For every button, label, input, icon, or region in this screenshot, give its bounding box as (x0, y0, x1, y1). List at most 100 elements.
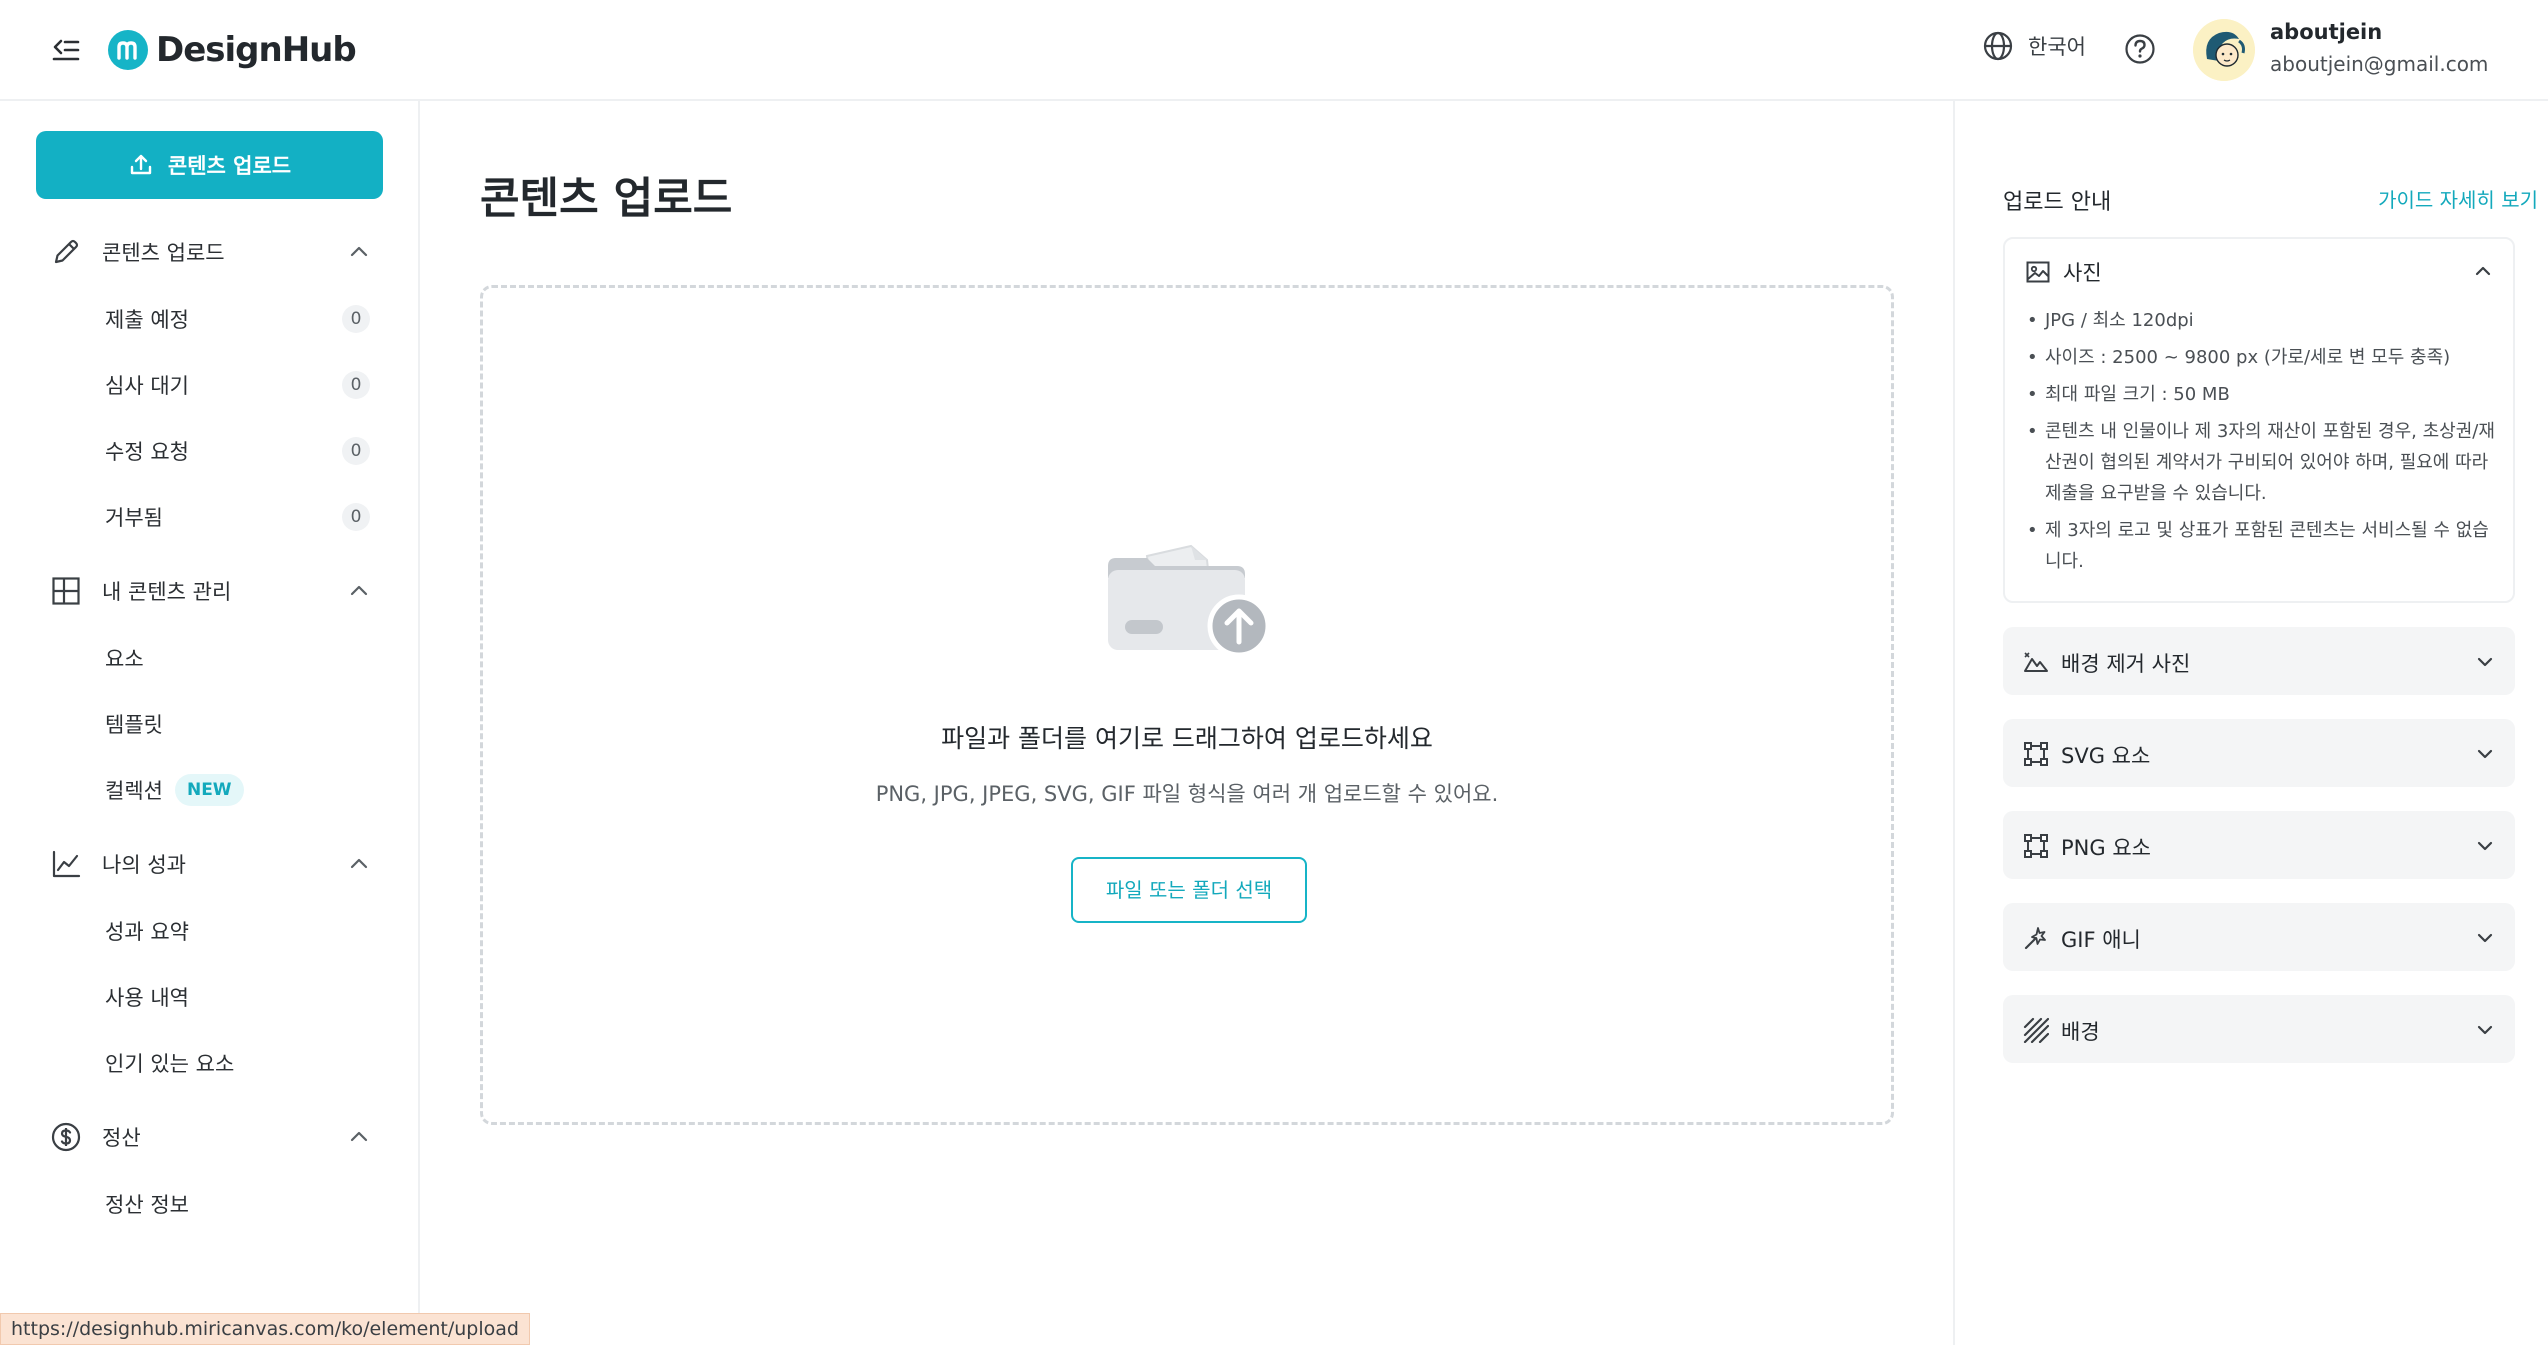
upload-content-button[interactable]: 콘텐츠 업로드 (36, 131, 383, 199)
nav-section-content-upload[interactable]: 콘텐츠 업로드 (50, 232, 370, 272)
nav-section-label: 정산 (102, 1126, 141, 1150)
upload-button-label: 콘텐츠 업로드 (167, 154, 292, 178)
sidebar-item-rejected[interactable]: 거부됨 0 (105, 499, 370, 535)
chevron-up-icon (350, 585, 368, 596)
guide-section-label: PNG 요소 (2061, 836, 2151, 860)
chevron-up-icon (350, 1131, 368, 1142)
guide-section-label: 배경 제거 사진 (2061, 652, 2191, 676)
logo[interactable]: DesignHub (108, 28, 357, 72)
guide-section-png-element[interactable]: PNG 요소 (2003, 811, 2515, 879)
collapse-menu-icon[interactable] (48, 33, 82, 67)
sidebar-item-collections[interactable]: 컬렉션 NEW (105, 772, 370, 808)
count-badge: 0 (342, 371, 370, 399)
sidebar-item-label: 인기 있는 요소 (105, 1052, 235, 1076)
chevron-down-icon (2477, 749, 2493, 759)
sidebar-item-label: 성과 요약 (105, 920, 189, 944)
count-badge: 0 (342, 503, 370, 531)
guide-section-photo: 사진 JPG / 최소 120dpi 사이즈 : 2500 ~ 9800 px … (2003, 237, 2515, 603)
sidebar-item-under-review[interactable]: 심사 대기 0 (105, 367, 370, 403)
sidebar-item-label: 심사 대기 (105, 374, 189, 398)
sidebar-item-label: 사용 내역 (105, 986, 189, 1010)
sidebar-item-label: 제출 예정 (105, 308, 189, 332)
chevron-up-icon (350, 858, 368, 869)
nav-section-performance[interactable]: 나의 성과 (50, 844, 370, 884)
guideline-item: 최대 파일 크기 : 50 MB (2027, 379, 2503, 410)
sidebar-item-performance-summary[interactable]: 성과 요약 (105, 913, 370, 949)
guide-section-svg-element[interactable]: SVG 요소 (2003, 719, 2515, 787)
guide-section-bg-removed-photo[interactable]: 배경 제거 사진 (2003, 627, 2515, 695)
page-title: 콘텐츠 업로드 (480, 174, 733, 224)
nav-section-label: 콘텐츠 업로드 (102, 241, 225, 265)
sidebar-item-settlement-info[interactable]: 정산 정보 (105, 1186, 370, 1222)
sidebar-item-label: 요소 (105, 647, 144, 671)
guideline-item: 사이즈 : 2500 ~ 9800 px (가로/세로 변 모두 충족) (2027, 342, 2503, 373)
guide-details-link[interactable]: 가이드 자세히 보기 (2378, 184, 2538, 213)
mountain-icon (2024, 652, 2048, 672)
magic-wand-icon (2024, 927, 2046, 950)
user-email: aboutjein@gmail.com (2270, 52, 2489, 76)
sidebar-item-usage-history[interactable]: 사용 내역 (105, 979, 370, 1015)
nav-section-settlement[interactable]: 정산 (50, 1117, 370, 1157)
coin-icon (51, 1122, 81, 1152)
chevron-down-icon (2477, 841, 2493, 851)
vector-square-icon (2024, 834, 2048, 858)
chevron-up-icon (2475, 266, 2491, 276)
sidebar-item-label: 정산 정보 (105, 1193, 189, 1217)
guide-section-background[interactable]: 배경 (2003, 995, 2515, 1063)
dropzone-title: 파일과 폴더를 여기로 드래그하여 업로드하세요 (941, 724, 1433, 753)
sidebar-item-label: 수정 요청 (105, 440, 189, 464)
nav-section-label: 나의 성과 (102, 853, 186, 877)
count-badge: 0 (342, 437, 370, 465)
upload-guide-panel: 업로드 안내 가이드 자세히 보기 사진 JPG / 최소 120dpi 사이즈… (1953, 101, 2548, 1345)
sidebar-item-templates[interactable]: 템플릿 (105, 706, 370, 742)
guide-section-label: 배경 (2061, 1020, 2100, 1044)
guide-section-label: 사진 (2063, 261, 2102, 285)
sidebar-item-elements[interactable]: 요소 (105, 640, 370, 676)
count-badge: 0 (342, 305, 370, 333)
vector-square-icon (2024, 742, 2048, 766)
nav-section-my-content[interactable]: 내 콘텐츠 관리 (50, 571, 370, 611)
language-label: 한국어 (2028, 35, 2086, 59)
link-status-bar: https://designhub.miricanvas.com/ko/elem… (0, 1313, 530, 1345)
new-badge: NEW (174, 774, 244, 806)
guideline-item: JPG / 최소 120dpi (2027, 305, 2503, 336)
chevron-down-icon (2477, 933, 2493, 943)
sidebar-item-pending-submit[interactable]: 제출 예정 0 (105, 301, 370, 337)
select-file-or-folder-button[interactable]: 파일 또는 폴더 선택 (1071, 857, 1307, 923)
dropzone-subtitle: PNG, JPG, JPEG, SVG, GIF 파일 형식을 여러 개 업로드… (875, 782, 1499, 806)
sidebar-item-label: 컬렉션 (105, 779, 163, 803)
guideline-item: 콘텐츠 내 인물이나 제 3자의 재산이 포함된 경우, 초상권/재산권이 협의… (2027, 416, 2503, 509)
chevron-down-icon (2477, 657, 2493, 667)
guide-title: 업로드 안내 (2003, 190, 2112, 215)
line-chart-icon (52, 850, 81, 878)
user-name: aboutjein (2270, 20, 2383, 44)
avatar[interactable] (2193, 19, 2255, 81)
guide-section-photo-header[interactable]: 사진 (2005, 239, 2513, 301)
top-header: DesignHub 한국어 aboutjein aboutjein@gmail.… (0, 0, 2548, 101)
upload-dropzone[interactable]: 파일과 폴더를 여기로 드래그하여 업로드하세요 PNG, JPG, JPEG,… (480, 285, 1894, 1125)
logo-mark-icon (108, 30, 148, 70)
globe-icon (1983, 31, 2013, 61)
language-selector[interactable]: 한국어 (1982, 30, 2086, 62)
chevron-up-icon (350, 246, 368, 257)
help-icon[interactable] (2123, 32, 2157, 66)
guide-section-gif-animation[interactable]: GIF 애니 (2003, 903, 2515, 971)
guideline-item: 제 3자의 로고 및 상표가 포함된 콘텐츠는 서비스될 수 없습니다. (2027, 515, 2503, 577)
upload-icon (130, 154, 152, 175)
pencil-icon (54, 239, 79, 264)
sidebar-item-label: 거부됨 (105, 506, 163, 530)
logo-text: DesignHub (156, 30, 357, 70)
folder-upload-icon (1103, 508, 1273, 658)
sidebar-item-popular-elements[interactable]: 인기 있는 요소 (105, 1045, 370, 1081)
chevron-down-icon (2477, 1025, 2493, 1035)
guide-section-label: SVG 요소 (2061, 744, 2151, 768)
sidebar-item-label: 템플릿 (105, 713, 163, 737)
photo-guidelines-list: JPG / 최소 120dpi 사이즈 : 2500 ~ 9800 px (가로… (2027, 305, 2503, 583)
guide-section-label: GIF 애니 (2061, 928, 2141, 952)
sidebar: 콘텐츠 업로드 콘텐츠 업로드 제출 예정 0 심사 대기 0 수정 요청 0 … (0, 101, 420, 1345)
image-icon (2026, 261, 2050, 283)
sidebar-item-revision-requested[interactable]: 수정 요청 0 (105, 433, 370, 469)
pattern-icon (2023, 1017, 2049, 1043)
nav-section-label: 내 콘텐츠 관리 (102, 580, 232, 604)
layout-grid-icon (52, 577, 80, 605)
